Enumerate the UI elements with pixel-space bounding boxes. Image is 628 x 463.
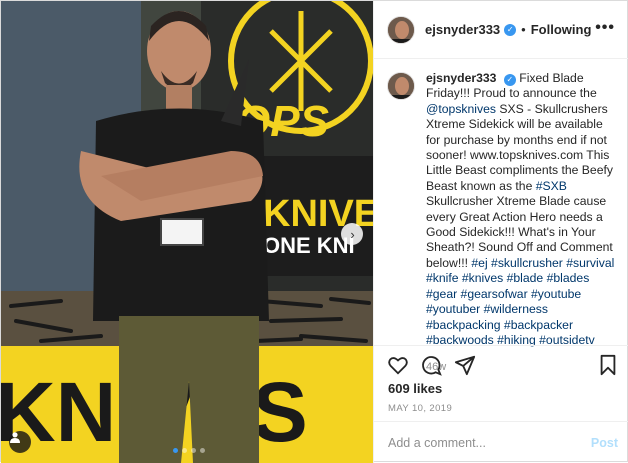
caption-username[interactable]: ejsnyder333 <box>426 71 496 85</box>
tagged-users-button[interactable] <box>9 431 31 453</box>
caption-text: ejsnyder333 ✓ Fixed Blade Friday!!! Prou… <box>426 71 619 376</box>
following-button[interactable]: Following <box>531 22 592 37</box>
caption-body: Fixed Blade Friday!!! Proud to announce … <box>426 71 614 347</box>
caption-link[interactable]: #SXB <box>536 179 567 193</box>
action-bar <box>374 345 628 383</box>
carousel-dot <box>182 448 187 453</box>
avatar[interactable] <box>387 15 415 44</box>
share-icon[interactable] <box>454 354 476 381</box>
carousel-dot <box>173 448 178 453</box>
like-count[interactable]: 609 likes <box>388 381 442 396</box>
post-date[interactable]: MAY 10, 2019 <box>388 403 452 414</box>
header-separator: • <box>521 22 526 37</box>
instagram-post: OPS KNIVE ONE KNI KNIVES <box>0 0 628 463</box>
chevron-right-icon: › <box>350 226 355 242</box>
bookmark-icon[interactable] <box>598 354 618 381</box>
comment-icon[interactable] <box>420 354 442 381</box>
caption-link[interactable]: @topsknives <box>426 102 496 116</box>
more-horizontal-icon[interactable]: ••• <box>595 19 615 37</box>
user-icon <box>10 432 20 443</box>
author-username[interactable]: ejsnyder333 <box>425 22 500 37</box>
post-details-panel: ejsnyder333 ✓ • Following ••• ejsnyder33… <box>373 1 628 463</box>
profile-picture <box>388 73 414 99</box>
caption-area: ejsnyder333 ✓ Fixed Blade Friday!!! Prou… <box>387 71 619 376</box>
carousel-next-button[interactable]: › <box>341 223 363 245</box>
comment-box: Post <box>374 421 628 463</box>
post-header: ejsnyder333 ✓ • Following <box>374 1 628 59</box>
profile-picture <box>388 16 414 43</box>
carousel-dot <box>191 448 196 453</box>
post-comment-button[interactable]: Post <box>591 436 618 450</box>
post-photo[interactable]: OPS KNIVE ONE KNI KNIVES <box>1 1 373 463</box>
heart-icon[interactable] <box>387 354 409 381</box>
caption-avatar[interactable] <box>387 72 415 100</box>
carousel-indicator <box>173 448 205 453</box>
verified-badge-icon: ✓ <box>503 73 516 86</box>
comment-input[interactable] <box>388 434 578 452</box>
carousel-dot <box>200 448 205 453</box>
photo-illustration: OPS KNIVE ONE KNI KNIVES <box>1 1 373 463</box>
verified-badge-icon: ✓ <box>504 23 517 36</box>
